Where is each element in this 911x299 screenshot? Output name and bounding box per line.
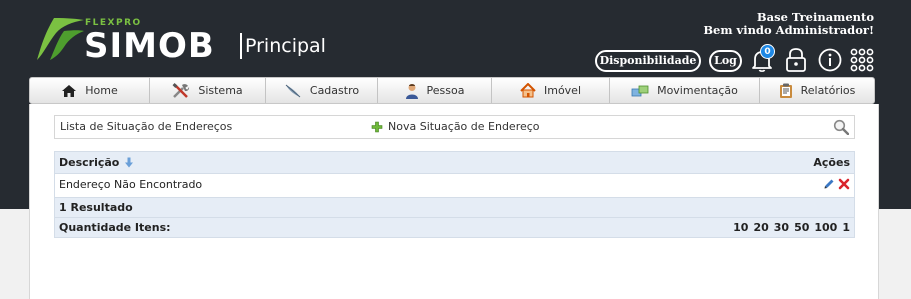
module-name: Principal: [245, 35, 326, 57]
home-icon: [61, 84, 77, 98]
search-icon[interactable]: [833, 119, 850, 139]
menu-item-label: Relatórios: [800, 84, 856, 97]
result-count-row: 1 Resultado: [54, 198, 855, 218]
content-panel: Lista de Situação de Endereços Nova Situ…: [29, 104, 879, 299]
menu-item-label: Home: [85, 84, 118, 97]
lock-icon[interactable]: [783, 46, 809, 74]
menu-item-cadastro[interactable]: Cadastro: [266, 78, 378, 103]
sort-down-arrow-icon[interactable]: [124, 157, 134, 168]
info-icon[interactable]: [817, 46, 843, 74]
clipboard-icon: [779, 83, 793, 99]
page-size-row: Quantidade Itens: 10 20 30 50 100 1: [54, 218, 855, 238]
column-header-description[interactable]: Descrição: [59, 156, 134, 169]
apps-grid-icon[interactable]: [849, 46, 875, 74]
flexpro-swoosh-icon: [37, 18, 84, 60]
brand-name: SIMOB: [84, 26, 215, 66]
tools-icon: [172, 82, 190, 99]
menu-item-home[interactable]: Home: [30, 78, 150, 103]
edit-pencil-icon[interactable]: [823, 178, 835, 190]
log-button[interactable]: Log: [709, 50, 742, 72]
table-row[interactable]: Endereço Não Encontrado: [54, 174, 855, 198]
page-title: Lista de Situação de Endereços: [60, 120, 233, 133]
page-size-option[interactable]: 20: [753, 221, 768, 234]
new-button-label: Nova Situação de Endereço: [388, 120, 540, 133]
menu-item-label: Imóvel: [543, 84, 582, 97]
availability-button[interactable]: Disponibilidade: [595, 50, 701, 72]
person-icon: [405, 83, 419, 99]
house-icon: [520, 83, 536, 98]
menu-item-label: Movimentação: [657, 84, 738, 97]
result-count: 1 Resultado: [59, 201, 133, 214]
main-menu: Home Sistema Cadastro Pessoa Imóvel Movi…: [29, 77, 875, 104]
list-toolbar: Lista de Situação de Endereços Nova Situ…: [54, 115, 855, 139]
results-table: Descrição Ações Endereço Não Encontrado …: [54, 151, 855, 238]
transfer-icon: [631, 84, 649, 98]
menu-item-relatorios[interactable]: Relatórios: [760, 78, 874, 103]
user-info: Base Treinamento Bem vindo Administrador…: [703, 11, 874, 37]
menu-item-pessoa[interactable]: Pessoa: [378, 78, 492, 103]
welcome-message: Bem vindo Administrador!: [703, 23, 874, 37]
menu-item-label: Cadastro: [309, 84, 360, 97]
page-size-option[interactable]: 1: [842, 221, 850, 234]
table-header-row: Descrição Ações: [54, 151, 855, 174]
column-header-label: Descrição: [59, 156, 120, 169]
page-size-option[interactable]: 10: [733, 221, 748, 234]
plus-icon: [371, 121, 383, 133]
delete-x-icon[interactable]: [838, 178, 850, 190]
page-size-option[interactable]: 100: [814, 221, 837, 234]
row-actions: [820, 178, 850, 190]
quantity-label: Quantidade Itens:: [59, 221, 171, 234]
notification-badge: 0: [760, 44, 775, 59]
menu-item-sistema[interactable]: Sistema: [150, 78, 266, 103]
page-size-option[interactable]: 30: [774, 221, 789, 234]
row-description: Endereço Não Encontrado: [59, 178, 203, 191]
column-header-actions: Ações: [813, 156, 850, 169]
menu-item-label: Pessoa: [426, 84, 465, 97]
menu-item-movimentacao[interactable]: Movimentação: [610, 78, 760, 103]
menu-item-imovel[interactable]: Imóvel: [492, 78, 610, 103]
new-address-status-button[interactable]: Nova Situação de Endereço: [371, 120, 540, 133]
page-size-options: 10 20 30 50 100 1: [728, 221, 850, 234]
simob-logo[interactable]: FLEXPRO SIMOB Principal: [34, 17, 334, 65]
feather-icon: [284, 83, 302, 99]
page-size-option[interactable]: 50: [794, 221, 809, 234]
brand-divider: [240, 33, 242, 59]
menu-item-label: Sistema: [198, 84, 243, 97]
